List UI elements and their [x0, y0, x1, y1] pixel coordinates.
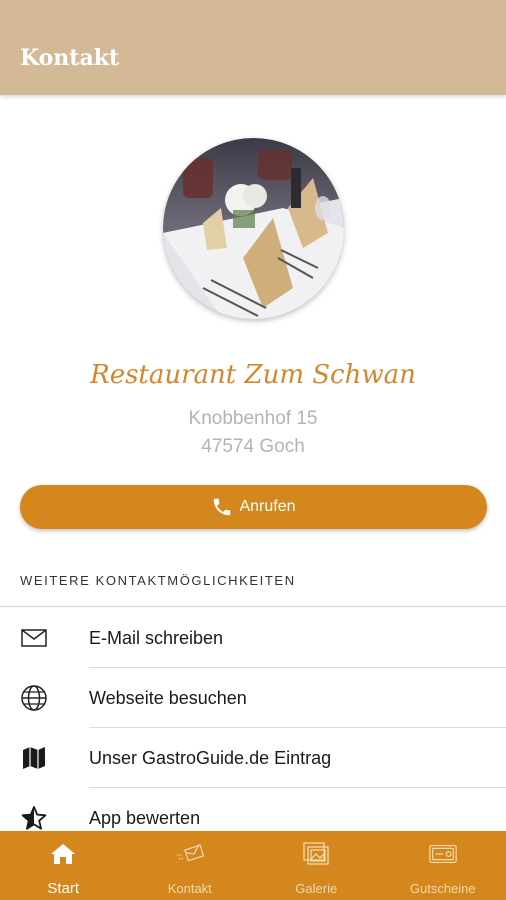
address-city: 47574 Goch	[201, 436, 305, 457]
star-icon	[20, 804, 48, 832]
contact-item-label: App bewerten	[89, 808, 201, 828]
mail-icon	[20, 624, 48, 652]
nav-label: Kontakt	[167, 881, 212, 896]
contact-item-label: E-Mail schreiben	[89, 628, 224, 648]
contact-icon	[175, 841, 205, 867]
call-button[interactable]: Anrufen	[20, 485, 487, 529]
nav-label: Start	[47, 880, 80, 897]
nav-item-gutscheine[interactable]: Gutscheine	[380, 831, 506, 900]
restaurant-photo	[163, 138, 344, 319]
home-icon	[48, 841, 78, 867]
nav-item-galerie[interactable]: Galerie	[253, 831, 380, 900]
nav-label: Gutscheine	[409, 881, 476, 896]
restaurant-name: Restaurant Zum Schwan	[90, 360, 416, 390]
nav-item-start[interactable]: Start	[0, 831, 127, 900]
section-title: WEITERE KONTAKTMÖGLICHKEITEN	[20, 573, 296, 588]
address-street: Knobbenhof 15	[188, 408, 318, 429]
nav-label: Galerie	[295, 881, 338, 896]
nav-item-kontakt[interactable]: Kontakt	[127, 831, 254, 900]
contact-item-label: Unser GastroGuide.de Eintrag	[89, 748, 332, 768]
call-button-label: Anrufen	[239, 498, 296, 515]
phone-icon	[214, 498, 231, 516]
gallery-icon	[301, 841, 331, 867]
bottom-navigation: Start Kontakt Galerie Gutscheine	[0, 831, 506, 900]
contact-item-website[interactable]: Webseite besuchen	[0, 668, 506, 728]
page-title: Kontakt	[20, 45, 120, 71]
map-icon	[20, 744, 48, 772]
globe-icon	[20, 684, 48, 712]
contact-item-gastroguide[interactable]: Unser GastroGuide.de Eintrag	[0, 728, 506, 788]
voucher-icon	[428, 841, 458, 867]
contact-item-label: Webseite besuchen	[89, 688, 247, 708]
section-divider	[0, 606, 506, 607]
app-header: Kontakt	[0, 0, 506, 95]
contact-item-email[interactable]: E-Mail schreiben	[0, 608, 506, 668]
